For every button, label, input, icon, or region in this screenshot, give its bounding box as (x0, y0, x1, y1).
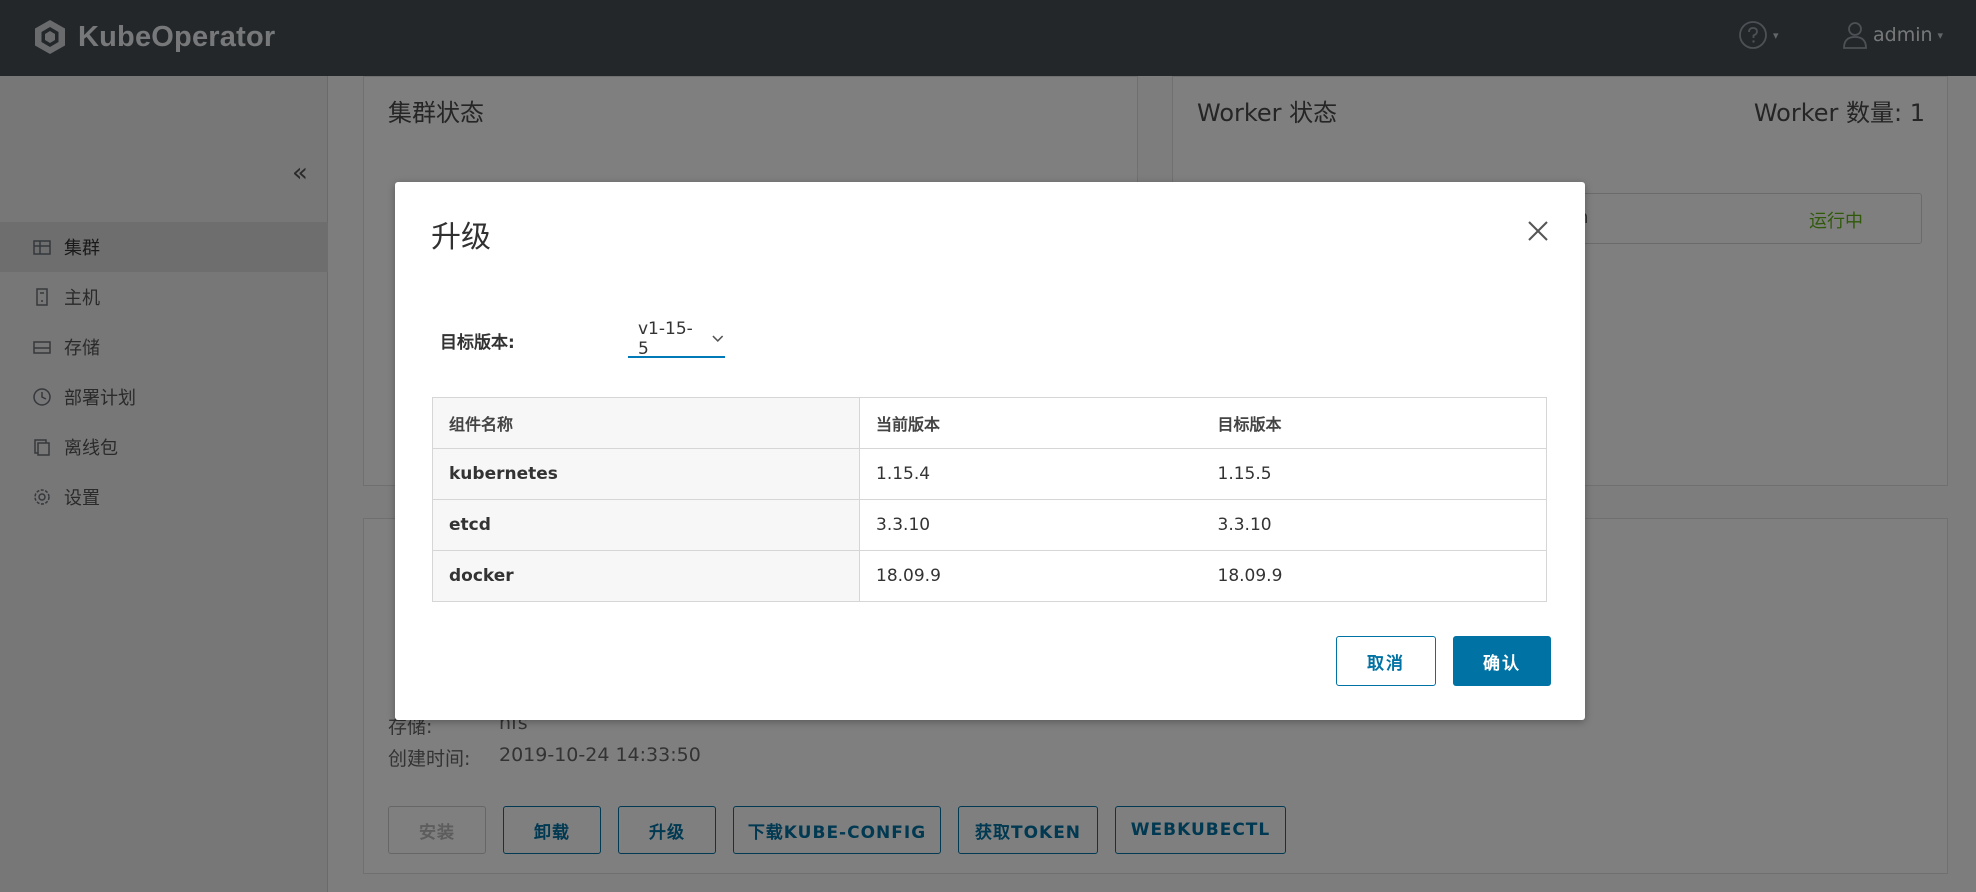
current-version-cell: 3.3.10 (859, 499, 1202, 551)
table-row: docker 18.09.9 18.09.9 (432, 550, 1547, 602)
target-version-cell: 18.09.9 (1201, 550, 1547, 602)
component-name-cell: docker (432, 550, 860, 602)
close-icon[interactable] (1525, 218, 1551, 244)
column-header: 当前版本 (859, 397, 1202, 449)
column-header: 组件名称 (432, 397, 860, 449)
table-header-row: 组件名称 当前版本 目标版本 (432, 397, 1547, 449)
table-row: etcd 3.3.10 3.3.10 (432, 499, 1547, 551)
cancel-button[interactable]: 取消 (1336, 636, 1436, 686)
confirm-button[interactable]: 确认 (1453, 636, 1551, 686)
target-version-value: v1-15-5 (638, 319, 693, 359)
target-version-select[interactable]: v1-15-5 (628, 319, 725, 359)
chevron-down-icon (712, 335, 724, 343)
component-name-cell: kubernetes (432, 448, 860, 500)
upgrade-dialog: 升级 目标版本: v1-15-5 组件名称 当前版本 目标版本 kubernet… (395, 182, 1585, 720)
component-name-cell: etcd (432, 499, 860, 551)
current-version-cell: 1.15.4 (859, 448, 1202, 500)
version-comparison-table: 组件名称 当前版本 目标版本 kubernetes 1.15.4 1.15.5 … (432, 397, 1547, 602)
target-version-label: 目标版本: (440, 333, 515, 353)
target-version-cell: 1.15.5 (1201, 448, 1547, 500)
dialog-title: 升级 (431, 220, 491, 255)
table-row: kubernetes 1.15.4 1.15.5 (432, 448, 1547, 500)
column-header: 目标版本 (1201, 397, 1547, 449)
target-version-cell: 3.3.10 (1201, 499, 1547, 551)
current-version-cell: 18.09.9 (859, 550, 1202, 602)
